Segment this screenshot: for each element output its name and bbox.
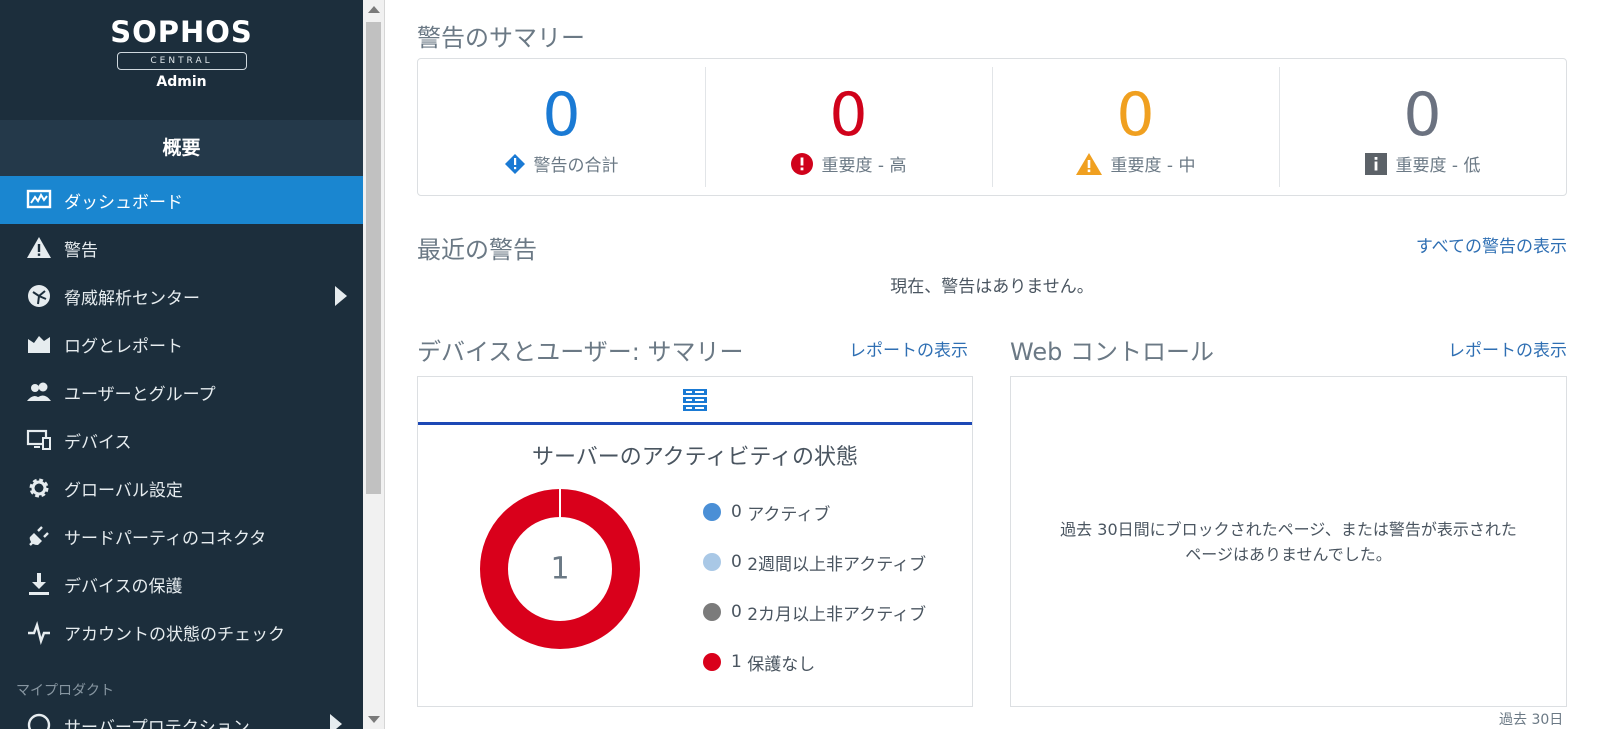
summary-total-alerts[interactable]: 0 警告の合計 xyxy=(418,59,705,195)
devices-summary-card: サーバーのアクティビティの状態 1 0 アクティブ 0 2週間以上非アクティブ … xyxy=(417,376,973,707)
main-content: 警告のサマリー 0 警告の合計 0 重要度 - 高 0 重要度 - 中 0 重要… xyxy=(386,0,1600,729)
chevron-right-icon[interactable] xyxy=(330,714,342,729)
web-control-message: 過去 30日間にブロックされたページ、または警告が表示されたページはありませんで… xyxy=(1060,519,1517,564)
sidebar-item-label: デバイス xyxy=(64,432,132,453)
sidebar-item-alerts[interactable]: 警告 xyxy=(0,224,363,272)
exclamation-circle-icon xyxy=(790,152,813,175)
donut-center-value: 1 xyxy=(550,552,569,587)
sidebar-item-account-health-check[interactable]: アカウントの状態のチェック xyxy=(0,608,363,656)
legend-item-unprotected[interactable]: 1 保護なし xyxy=(703,637,926,687)
plug-icon xyxy=(24,523,54,549)
summary-high-severity[interactable]: 0 重要度 - 高 xyxy=(705,59,992,195)
scroll-up-arrow-icon[interactable] xyxy=(368,6,380,13)
legend-label: アクティブ xyxy=(747,504,831,525)
chart-legend: 0 アクティブ 0 2週間以上非アクティブ 0 2カ月以上非アクティブ 1 保護… xyxy=(703,487,926,687)
summary-count: 0 xyxy=(1403,80,1442,150)
legend-dot xyxy=(703,553,721,571)
sidebar-item-label: サードパーティのコネクタ xyxy=(64,528,267,549)
sidebar-item-global-settings[interactable]: グローバル設定 xyxy=(0,464,363,512)
sidebar-item-dashboard[interactable]: ダッシュボード xyxy=(0,176,363,224)
summary-low-severity[interactable]: 0 重要度 - 低 xyxy=(1279,59,1566,195)
legend-item-active[interactable]: 0 アクティブ xyxy=(703,487,926,537)
summary-medium-severity[interactable]: 0 重要度 - 中 xyxy=(992,59,1279,195)
sidebar-item-third-party-connectors[interactable]: サードパーティのコネクタ xyxy=(0,512,363,560)
server-protection-icon xyxy=(24,712,54,729)
devices-summary-title: デバイスとユーザー: サマリー xyxy=(417,338,744,366)
brand-product: CENTRAL xyxy=(116,52,247,70)
sidebar-item-label: アカウントの状態のチェック xyxy=(64,624,285,645)
diamond-info-icon xyxy=(504,153,525,174)
sidebar: SOPHOS CENTRAL Admin 概要 ダッシュボード 警告 脅威解析セ… xyxy=(0,0,363,729)
devices-icon xyxy=(24,427,54,453)
brand-role: Admin xyxy=(156,74,207,90)
view-all-alerts-link[interactable]: すべての警告の表示 xyxy=(1416,232,1567,257)
warning-triangle-icon xyxy=(1075,152,1102,175)
summary-count: 0 xyxy=(542,80,581,150)
legend-count: 1 xyxy=(731,652,742,672)
sidebar-item-label: ユーザーとグループ xyxy=(64,384,216,405)
sidebar-item-label: ダッシュボード xyxy=(64,192,183,213)
brand-name: SOPHOS xyxy=(110,15,253,49)
legend-label: 2カ月以上非アクティブ xyxy=(747,604,927,625)
recent-alerts-title: 最近の警告 xyxy=(417,236,537,264)
sidebar-section-label: マイプロダクト xyxy=(16,683,114,699)
summary-label: 重要度 - 中 xyxy=(1110,156,1196,176)
scrollbar-thumb[interactable] xyxy=(366,22,381,494)
legend-dot xyxy=(703,603,721,621)
summary-count: 0 xyxy=(829,80,868,150)
web-control-view-report-link[interactable]: レポートの表示 xyxy=(1448,336,1567,361)
sidebar-item-label: ログとレポート xyxy=(64,336,183,357)
legend-item-inactive-2months[interactable]: 0 2カ月以上非アクティブ xyxy=(703,587,926,637)
warning-icon xyxy=(24,235,54,261)
alert-summary-title: 警告のサマリー xyxy=(417,24,585,52)
download-icon xyxy=(24,571,54,597)
chart-subtitle: サーバーのアクティビティの状態 xyxy=(531,445,859,470)
sidebar-item-server-protection[interactable]: サーバープロテクション xyxy=(24,712,342,729)
summary-label: 警告の合計 xyxy=(533,156,619,176)
donut-separator xyxy=(559,488,561,518)
summary-label: 重要度 - 低 xyxy=(1395,156,1481,176)
brand-logo[interactable]: SOPHOS CENTRAL Admin xyxy=(0,0,363,120)
chevron-right-icon[interactable] xyxy=(335,286,347,306)
legend-count: 0 xyxy=(731,602,742,622)
sidebar-item-label: サーバープロテクション xyxy=(64,717,250,729)
dashboard-icon xyxy=(24,187,54,213)
sidebar-item-logs-reports[interactable]: ログとレポート xyxy=(0,320,363,368)
summary-label: 重要度 - 高 xyxy=(821,156,907,176)
sidebar-item-protect-devices[interactable]: デバイスの保護 xyxy=(0,560,363,608)
devices-view-report-link[interactable]: レポートの表示 xyxy=(849,336,968,361)
web-control-card: 過去 30日間にブロックされたページ、または警告が表示されたページはありませんで… xyxy=(1010,376,1567,707)
legend-label: 2週間以上非アクティブ xyxy=(747,554,927,575)
pulse-icon xyxy=(24,619,54,645)
sidebar-item-label: デバイスの保護 xyxy=(64,576,183,597)
legend-dot xyxy=(703,653,721,671)
sidebar-scrollbar[interactable] xyxy=(363,0,385,729)
alert-summary-card: 0 警告の合計 0 重要度 - 高 0 重要度 - 中 0 重要度 - 低 xyxy=(417,58,1567,196)
users-icon xyxy=(24,379,54,405)
chart-icon xyxy=(24,331,54,357)
legend-count: 0 xyxy=(731,502,742,522)
threat-analysis-icon xyxy=(24,283,54,309)
scroll-down-arrow-icon[interactable] xyxy=(368,716,380,723)
nav-section-header[interactable]: 概要 xyxy=(0,120,363,176)
no-alerts-message: 現在、警告はありません。 xyxy=(890,277,1094,297)
info-square-icon xyxy=(1364,152,1387,175)
sidebar-item-label: グローバル設定 xyxy=(64,480,183,501)
server-status-donut-chart[interactable]: 1 xyxy=(478,487,642,651)
summary-count: 0 xyxy=(1116,80,1155,150)
sidebar-item-users-groups[interactable]: ユーザーとグループ xyxy=(0,368,363,416)
tab-servers[interactable] xyxy=(418,377,972,425)
sidebar-item-label: 警告 xyxy=(64,240,98,261)
legend-dot xyxy=(703,503,721,521)
gear-icon xyxy=(24,475,54,501)
legend-label: 保護なし xyxy=(747,654,816,675)
period-label: 過去 30日 xyxy=(1499,712,1564,728)
web-control-title: Web コントロール xyxy=(1010,338,1214,366)
legend-item-inactive-2weeks[interactable]: 0 2週間以上非アクティブ xyxy=(703,537,926,587)
sidebar-item-threat-analysis[interactable]: 脅威解析センター xyxy=(0,272,363,320)
server-icon xyxy=(683,388,707,411)
sidebar-item-label: 脅威解析センター xyxy=(64,288,200,309)
legend-count: 0 xyxy=(731,552,742,572)
sidebar-item-devices[interactable]: デバイス xyxy=(0,416,363,464)
